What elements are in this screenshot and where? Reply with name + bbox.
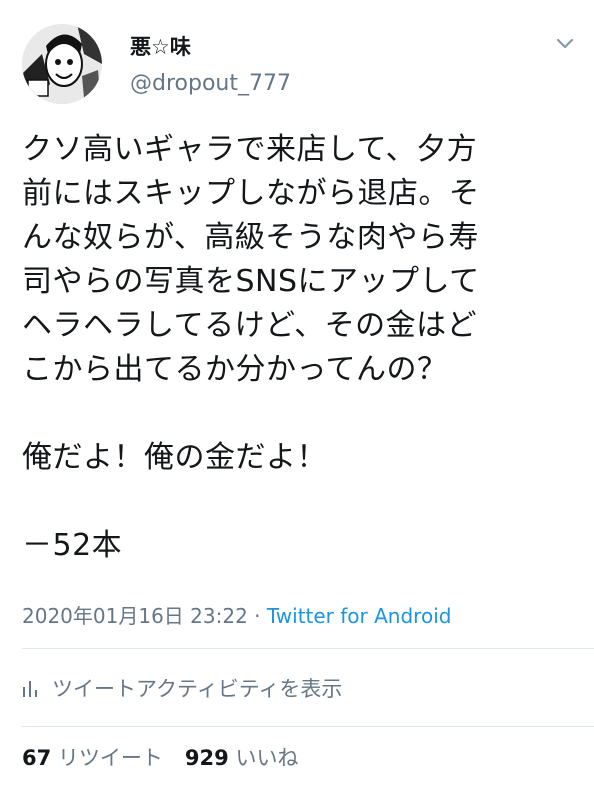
tweet-stats: 67 リツイート 929 いいね	[22, 742, 298, 772]
tweet-header: 悪☆味 @dropout_777	[0, 0, 594, 110]
timestamp[interactable]: 2020年01月16日 23:22	[22, 604, 248, 628]
tweet-line: 俺だよ！俺の金だよ！	[22, 440, 327, 475]
tweet-line: クソ高いギャラで来店して、夕方	[22, 132, 478, 167]
tweet-activity-link[interactable]: ツイートアクティビティを表示	[22, 670, 342, 706]
likes-label: いいね	[235, 746, 299, 770]
meta-separator: ·	[247, 604, 267, 628]
likes-stat[interactable]: 929 いいね	[185, 746, 299, 770]
retweets-stat[interactable]: 67 リツイート	[22, 746, 163, 770]
divider	[22, 648, 594, 649]
tweet-line: －52本	[22, 528, 123, 563]
tweet-line: ヘラヘラしてるけど、その金はど	[22, 308, 478, 343]
tweet-meta: 2020年01月16日 23:22 · Twitter for Android	[22, 600, 451, 629]
tweet-line: んな奴らが、高級そうな肉やら寿	[22, 220, 479, 255]
tweet-line: 前にはスキップしながら退店。そ	[22, 176, 480, 211]
chevron-down-icon[interactable]	[556, 38, 574, 50]
user-handle[interactable]: @dropout_777	[130, 71, 291, 96]
bar-chart-icon	[23, 681, 37, 697]
manga-avatar-icon	[22, 24, 102, 104]
retweets-count: 67	[22, 746, 52, 770]
divider	[22, 726, 594, 727]
activity-label: ツイートアクティビティを表示	[52, 677, 343, 701]
avatar[interactable]	[22, 24, 102, 104]
tweet-line: こから出てるか分かってんの？	[22, 352, 448, 387]
tweet-line: 司やらの写真をSNSにアップして	[22, 264, 480, 299]
likes-count: 929	[184, 746, 229, 770]
display-name[interactable]: 悪☆味	[130, 31, 191, 61]
source-link[interactable]: Twitter for Android	[267, 604, 452, 628]
retweets-label: リツイート	[57, 746, 163, 770]
tweet-body: クソ高いギャラで来店して、夕方 前にはスキップしながら退店。そ んな奴らが、高級…	[22, 128, 578, 568]
